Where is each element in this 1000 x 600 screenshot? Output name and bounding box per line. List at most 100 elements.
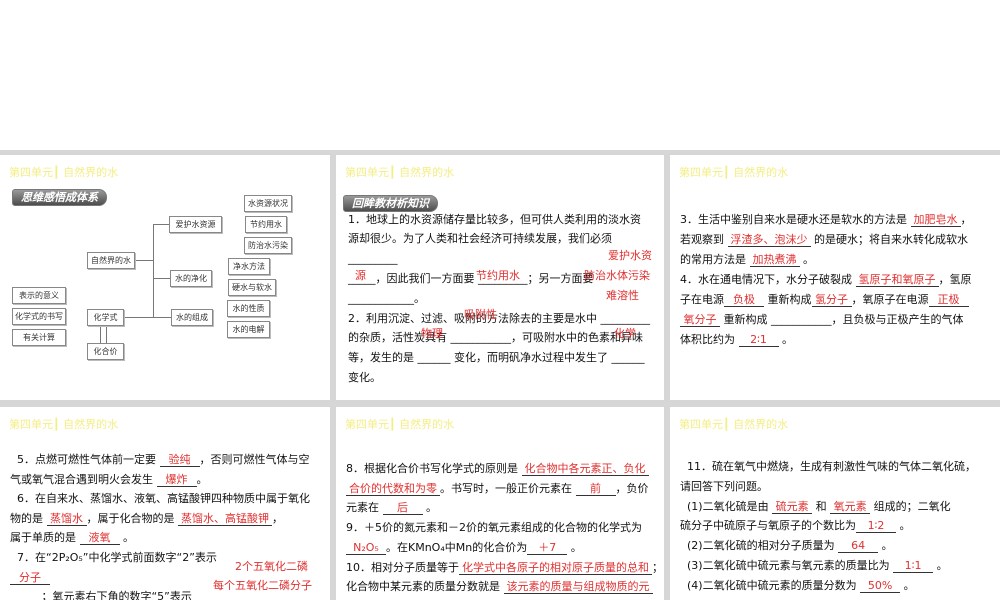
text-segment: 。 [896, 519, 911, 533]
text-line: (1)二氧化硫是由 硫元素 和 氧元素 组成的；二氧化 [680, 500, 951, 514]
text-line: 11．硫在氧气中燃烧，生成有刺激性气味的气体二氧化硫， [680, 460, 976, 474]
text-line: 源却很少。为了人类和社会经济可持续发展，我们必须 [348, 232, 612, 245]
answer-blank: 验纯 [159, 454, 200, 467]
answer-blank: 正极 [928, 294, 969, 307]
unit-header: 第四单元┃ 自然界的水 [345, 166, 455, 179]
text-segment: 组成的；二氧化 [870, 499, 951, 513]
answer: 每个五氧化二磷分子 [213, 579, 312, 592]
text-segment: ；氧元素右下角的数字“5”表示 [10, 590, 192, 600]
box-composition: 水的组成 [171, 309, 213, 326]
connector [153, 224, 154, 318]
text-segment: (4)二氧化硫中硫元素的质量分数为 [680, 578, 861, 592]
text-segment: 。 [878, 539, 893, 553]
text-segment: ，负价 [615, 481, 649, 495]
answer-blank: 50% [860, 579, 901, 593]
connector [133, 260, 153, 261]
text-line: 的杂质，活性炭具有 ___________，可吸附水中的色素和异味 [348, 331, 643, 344]
section-badge: 思维感悟成体系 [12, 189, 107, 206]
text-segment: (1)二氧化硫是由 [680, 499, 773, 513]
box-save-water: 节约用水 [245, 216, 287, 233]
text-line: 体积比约为 2∶1 。 [680, 333, 793, 347]
blank-top-area [0, 0, 1000, 150]
section-badge: 回眸教材析知识 [343, 195, 438, 212]
text-segment: 。 [567, 540, 582, 554]
text-line: 物的是 蒸馏水 ，属于化合物的是 蒸馏水、高锰酸钾， [10, 512, 283, 526]
text-segment: (3)二氧化硫中硫元素与氧元素的质量比为 [680, 559, 894, 572]
box-purification: 水的净化 [170, 270, 212, 287]
connector [100, 325, 101, 343]
connector [153, 278, 170, 279]
slide-sulfur-dioxide[interactable]: 第四单元┃ 自然界的水 11．硫在氧气中燃烧，生成有刺激性气味的气体二氧化硫， 请… [670, 407, 1000, 600]
text-segment: 硫分子中硫原子与氧原子的个数比为 [680, 519, 856, 533]
text-segment: 7．在“2P₂O₅”中化学式前面数字“2”表示 [10, 551, 217, 564]
text-line: 5．点燃可燃性气体前一定要 验纯 ，否则可燃性气体与空 [10, 453, 310, 467]
box-water-status: 水资源状况 [244, 195, 292, 212]
text-segment: 气或氧气混合遇到明火会发生 [10, 472, 157, 486]
text-segment: ， [272, 511, 283, 525]
box-formula: 化学式 [87, 309, 124, 326]
slide-chemical-formula[interactable]: 第四单元┃ 自然界的水 8．根据化合价书写化学式的原则是 化合物中各元素正、负化… [336, 407, 664, 600]
slide-hard-water-electrolysis[interactable]: 第四单元┃ 自然界的水 3．生活中鉴别自来水是硬水还是软水的方法是 加肥皂水， 若… [670, 155, 1000, 400]
text-segment: 8．根据化合价书写化学式的原则是 [346, 462, 522, 475]
answer-blank: 合价的代数和为零 [346, 482, 440, 496]
text-line: 化合物中某元素的质量分数就是 该元素的质量与组成物质的元 [346, 580, 653, 595]
text-segment: 4．水在通电情况下，水分子破裂成 [680, 273, 856, 286]
answer-blank: 浮渣多、泡沫少 [727, 234, 811, 247]
text-segment: 物的是 [10, 511, 47, 525]
slide-mind-map[interactable]: 第四单元┃ 自然界的水 思维感悟成体系 水资源状况 节约用水 防治水污染 净水方… [0, 155, 330, 400]
text-line: 1．地球上的水资源储存量比较多，但可供人类利用的淡水资 [348, 213, 641, 226]
answer: 爱护水资 [608, 249, 652, 262]
text-segment: 6．在自来水、蒸馏水、液氧、高锰酸钾四种物质中属于氧化 [10, 492, 310, 506]
text-line: 气或氧气混合遇到明火会发生 爆炸。 [10, 473, 208, 487]
text-line: (4)二氧化硫中硫元素的质量分数为 50% 。 [680, 579, 915, 593]
text-line: ；氧元素右下角的数字“5”表示 [10, 590, 192, 600]
text-line: 10．相对分子质量等于 化学式中各原子的相对原子质量的总和； [346, 561, 663, 575]
text-line: 2．利用沉淀、过滤、吸附的方法除去的主要是水中 _________ [348, 312, 650, 325]
text-line: 属于单质的是 液氧 。 [10, 531, 134, 546]
answer: 化学 [614, 327, 636, 340]
box-water-properties: 水的性质 [227, 300, 270, 317]
text-line: 分子 [10, 571, 50, 585]
text-segment: 。 [422, 501, 437, 515]
answer-blank: 硫元素 [772, 500, 813, 514]
answer-blank: 化学式中各原子的相对原子质量的总和 [459, 561, 652, 575]
box-valence: 化合价 [87, 343, 124, 360]
text-line: (2)二氧化硫的相对分子质量为 64 。 [680, 539, 893, 554]
text-segment: ，氢原 [938, 273, 972, 286]
answer: 2个五氧化二磷 [235, 560, 308, 573]
box-writing: 化学式的书写 [12, 308, 66, 325]
text-segment: 。 [900, 578, 915, 592]
text-line: _____，因此我们一方面要 _________；另一方面要 [348, 272, 594, 285]
text-segment: 。书写时，一般正价元素在 [440, 481, 576, 495]
text-segment: ， [960, 213, 972, 226]
text-segment: ，否则可燃性气体与空 [199, 453, 310, 466]
text-segment: 。 [196, 472, 208, 486]
text-line: (3)二氧化硫中硫元素与氧元素的质量比为 1∶1 。 [680, 559, 948, 573]
text-segment: 的是硬水；将自来水转化成软水 [810, 233, 968, 246]
text-segment: 。 [778, 333, 793, 346]
slide-textbook-review[interactable]: 第四单元┃ 自然界的水 回眸教材析知识 1．地球上的水资源储存量比较多，但可供人… [336, 155, 664, 400]
text-segment: 和 [812, 499, 831, 513]
text-line: 氧分子 重新构成 ___________，且负极与正极产生的气体 [680, 313, 964, 327]
unit-header: 第四单元┃ 自然界的水 [679, 166, 789, 179]
text-segment: 5．点燃可燃性气体前一定要 [10, 453, 160, 466]
answer-blank: 氢原子和氧原子 [855, 274, 939, 287]
answer-blank: N₂O₅ [346, 541, 386, 555]
text-line: N₂O₅ 。在KMnO₄中Mn的化合价为 ＋7 。 [346, 541, 582, 555]
connector [122, 317, 171, 318]
unit-header: 第四单元┃ 自然界的水 [9, 418, 119, 431]
answer: 吸附性 [464, 308, 497, 321]
text-segment: ； [652, 560, 663, 574]
text-segment: 10．相对分子质量等于 [346, 560, 459, 574]
answer-blank: 该元素的质量与组成物质的元 [503, 581, 653, 595]
text-segment: 3．生活中鉴别自来水是硬水还是软水的方法是 [680, 213, 911, 226]
text-line: 等，发生的是 ______ 变化，而明矾净水过程中发生了 ______ [348, 351, 645, 364]
box-prevent-pollution: 防治水污染 [244, 237, 292, 254]
box-hard-soft-water: 硬水与软水 [228, 279, 276, 296]
box-electrolysis: 水的电解 [227, 321, 270, 338]
text-segment: 属于单质的是 [10, 531, 80, 545]
text-segment: 重新构成 ___________，且负极与正极产生的气体 [720, 313, 964, 326]
answer-blank: 蒸馏水、高锰酸钾 [178, 512, 272, 526]
slide-combustion-substances[interactable]: 第四单元┃ 自然界的水 2个五氧化二磷 每个五氧化二磷分子 5．点燃可燃性气体前… [0, 407, 330, 600]
answer-blank: 液氧 [79, 532, 120, 546]
